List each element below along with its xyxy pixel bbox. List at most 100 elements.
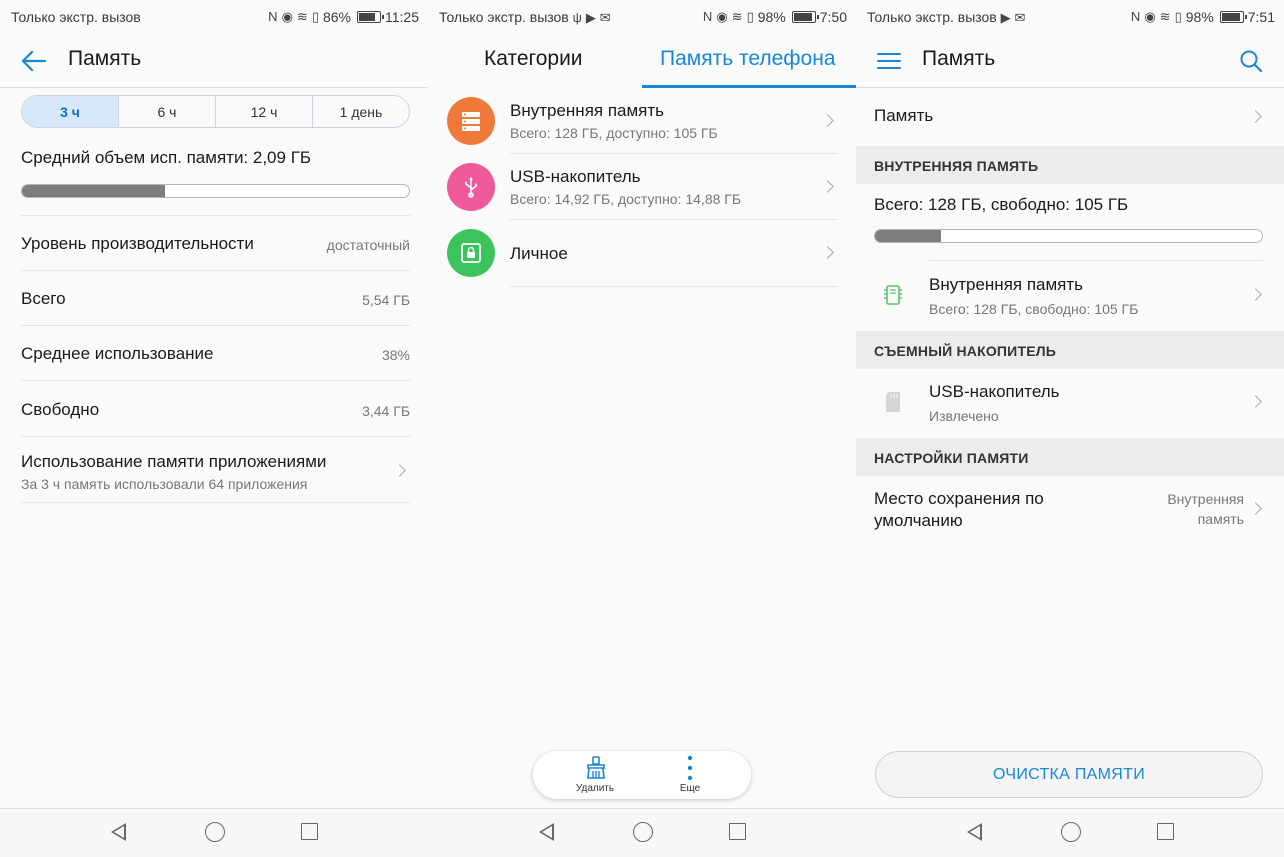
time-range-selector: 3 ч 6 ч 12 ч 1 день — [21, 95, 410, 128]
default-location-label-1: Место сохранения по — [874, 489, 1044, 508]
battery-icon — [791, 11, 819, 23]
performance-row: Уровень производительности достаточный — [21, 215, 410, 270]
segment-12h[interactable]: 12 ч — [216, 96, 313, 127]
nav-home-icon[interactable] — [1061, 822, 1081, 842]
play-icon: ▶ — [1000, 10, 1011, 25]
screen-storage-settings: Только экстр. вызов ▶ ✉ N ◉ ≋ ▯ 98% 7:51… — [856, 0, 1284, 857]
battery-saver-icon: ▯ — [746, 9, 754, 24]
list-item-private[interactable]: Личное — [428, 220, 856, 286]
internal-storage-item[interactable]: Внутренняя память Всего: 128 ГБ, свободн… — [856, 261, 1284, 331]
total-value: 5,54 ГБ — [362, 292, 410, 308]
clean-memory-button[interactable]: ОЧИСТКА ПАМЯТИ — [875, 751, 1263, 798]
item-subtitle: Извлечено — [929, 408, 999, 424]
nfc-icon: N — [268, 9, 278, 24]
internal-usage-bar — [874, 229, 1263, 243]
segment-1day[interactable]: 1 день — [313, 96, 409, 127]
average-usage-label: Средний объем исп. памяти: 2,09 ГБ — [21, 148, 312, 167]
mail-icon: ✉ — [599, 10, 611, 25]
more-button[interactable]: Еще — [660, 751, 720, 799]
nfc-icon: N — [702, 9, 713, 24]
screen-memory-usage: Только экстр. вызов N ◉ ≋ ▯ 86% 11:25 Па… — [0, 0, 428, 857]
tab-phone-storage[interactable]: Память телефона — [660, 47, 836, 71]
wifi-icon: ≋ — [731, 9, 743, 24]
app-bar: Память — [0, 34, 428, 88]
screen-phone-storage: Только экстр. вызов ψ ▶ ✉ N ◉ ≋ ▯ 98% 7:… — [428, 0, 856, 857]
carrier-text: Только экстр. вызов ψ ▶ ✉ — [439, 9, 611, 25]
internal-storage-header: ВНУТРЕННЯЯ ПАМЯТЬ — [856, 146, 1284, 184]
nav-recents-icon[interactable] — [1157, 823, 1174, 840]
item-subtitle: Всего: 128 ГБ, свободно: 105 ГБ — [929, 301, 1139, 317]
default-location-label-2: умолчанию — [874, 511, 963, 530]
item-title: Внутренняя память — [929, 275, 1084, 294]
safe-icon — [447, 229, 495, 277]
eye-comfort-icon: ◉ — [281, 9, 293, 24]
segment-3h[interactable]: 3 ч — [22, 96, 119, 127]
nav-home-icon[interactable] — [205, 822, 225, 842]
tab-categories[interactable]: Категории — [484, 47, 583, 71]
navigation-bar — [856, 808, 1284, 857]
clock: 7:50 — [819, 9, 847, 25]
free-value: 3,44 ГБ — [362, 403, 410, 419]
usb-status-icon: ψ — [572, 10, 582, 25]
item-subtitle: Всего: 128 ГБ, доступно: 105 ГБ — [510, 125, 718, 141]
wifi-icon: ≋ — [296, 9, 308, 24]
chevron-right-icon — [1249, 502, 1262, 515]
chevron-right-icon — [1249, 110, 1262, 123]
nav-back-icon[interactable] — [967, 823, 982, 841]
segment-6h[interactable]: 6 ч — [119, 96, 216, 127]
bottom-action-bar: Удалить Еще — [533, 751, 751, 799]
search-icon[interactable] — [1234, 44, 1268, 78]
chevron-right-icon — [821, 246, 834, 259]
app-memory-usage-row[interactable]: Использование памяти приложениями За 3 ч… — [21, 436, 410, 503]
app-memory-sub: За 3 ч память использовали 64 приложения — [21, 476, 308, 492]
clock: 11:25 — [385, 9, 419, 25]
default-location-value-1: Внутренняя — [1167, 491, 1244, 507]
list-item-usb-storage[interactable]: USB-накопитель Всего: 14,92 ГБ, доступно… — [428, 154, 856, 220]
page-title: Память — [922, 47, 996, 70]
more-label: Еще — [679, 783, 701, 794]
default-location-value-2: память — [1197, 511, 1244, 527]
average-usage-fill — [22, 185, 166, 197]
list-item-internal-storage[interactable]: Внутренняя память Всего: 128 ГБ, доступн… — [428, 88, 856, 154]
nav-recents-icon[interactable] — [729, 823, 746, 840]
item-title: USB-накопитель — [510, 167, 641, 186]
battery-fill — [1221, 13, 1241, 21]
eye-comfort-icon: ◉ — [716, 9, 728, 24]
carrier-text: Только экстр. вызов — [11, 9, 141, 25]
chevron-right-icon — [821, 180, 834, 193]
battery-percent: 86% — [322, 9, 351, 25]
back-arrow-icon[interactable] — [17, 44, 51, 78]
menu-icon[interactable] — [872, 44, 906, 78]
nav-home-icon[interactable] — [633, 822, 653, 842]
status-bar: Только экстр. вызов ψ ▶ ✉ N ◉ ≋ ▯ 98% 7:… — [428, 0, 856, 34]
battery-percent: 98% — [757, 9, 786, 25]
chevron-right-icon — [821, 114, 834, 127]
memory-row-label: Память — [874, 106, 934, 125]
free-label: Свободно — [21, 400, 100, 419]
average-label: Среднее использование — [21, 344, 214, 363]
carrier-text: Только экстр. вызов ▶ ✉ — [867, 9, 1026, 25]
battery-fill — [359, 13, 376, 21]
delete-button[interactable]: Удалить — [565, 751, 625, 799]
navigation-bar — [0, 808, 428, 857]
battery-icon — [357, 11, 384, 23]
app-bar: Память — [856, 34, 1284, 88]
more-vertical-icon — [687, 755, 693, 781]
nfc-icon: N — [1130, 9, 1141, 24]
delete-label: Удалить — [575, 783, 615, 794]
page-title: Память — [68, 47, 142, 70]
eye-comfort-icon: ◉ — [1144, 9, 1156, 24]
memory-row[interactable]: Память — [856, 88, 1284, 146]
battery-fill — [793, 13, 813, 21]
nav-back-icon[interactable] — [539, 823, 554, 841]
play-icon: ▶ — [585, 10, 596, 25]
nav-recents-icon[interactable] — [301, 823, 318, 840]
usb-storage-item[interactable]: USB-накопитель Извлечено — [856, 369, 1284, 438]
default-location-row[interactable]: Место сохранения по умолчанию Внутренняя… — [856, 476, 1284, 546]
nav-back-icon[interactable] — [111, 823, 126, 841]
status-bar: Только экстр. вызов N ◉ ≋ ▯ 86% 11:25 — [0, 0, 428, 34]
performance-label: Уровень производительности — [21, 234, 254, 253]
item-title: Внутренняя память — [510, 101, 665, 120]
chevron-right-icon — [1249, 395, 1262, 408]
status-bar: Только экстр. вызов ▶ ✉ N ◉ ≋ ▯ 98% 7:51 — [856, 0, 1284, 34]
